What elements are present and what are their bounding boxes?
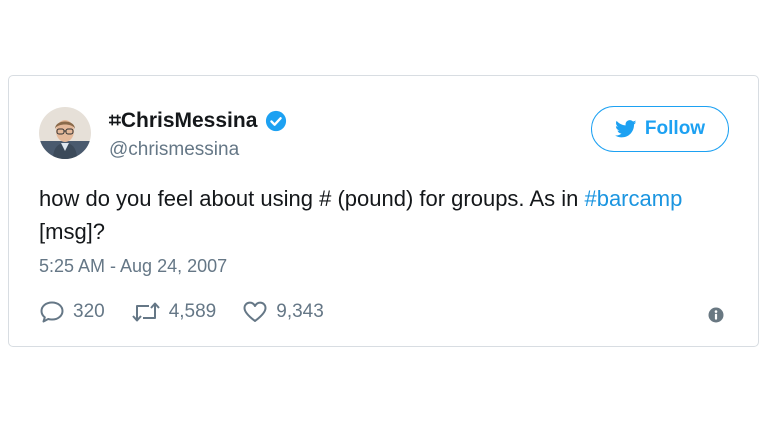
follow-button[interactable]: Follow: [591, 106, 729, 152]
reply-icon: [40, 301, 64, 323]
reply-count: 320: [73, 301, 105, 322]
retweet-icon: [131, 302, 160, 322]
like-button[interactable]: 9,343: [242, 300, 324, 324]
tweet-text-end: [msg]?: [39, 219, 106, 244]
like-icon: [243, 301, 267, 322]
name-symbol: ⌗: [109, 109, 121, 132]
tweet-actions: 320 4,589 9,343: [39, 300, 350, 324]
reply-button[interactable]: 320: [39, 300, 105, 324]
like-count: 9,343: [276, 301, 324, 322]
avatar[interactable]: [39, 107, 91, 159]
name-text: ChrisMessina: [120, 109, 258, 132]
info-icon[interactable]: [708, 307, 724, 323]
display-name[interactable]: ⌗ ChrisMessina: [109, 109, 287, 133]
retweet-button[interactable]: 4,589: [131, 300, 217, 324]
verified-icon: [266, 110, 287, 132]
tweet-text-start: how do you feel about using # (pound) fo…: [39, 186, 585, 211]
hashtag-link[interactable]: #barcamp: [584, 186, 682, 211]
user-handle[interactable]: @chrismessina: [109, 139, 239, 161]
follow-label: Follow: [644, 118, 706, 139]
twitter-bird-icon: [614, 120, 637, 138]
tweet-card: ⌗ ChrisMessina @chrismessina Follow how d…: [8, 75, 759, 347]
retweet-count: 4,589: [168, 301, 217, 322]
tweet-timestamp[interactable]: 5:25 AM - Aug 24, 2007: [39, 256, 227, 277]
tweet-text: how do you feel about using # (pound) fo…: [39, 182, 699, 248]
